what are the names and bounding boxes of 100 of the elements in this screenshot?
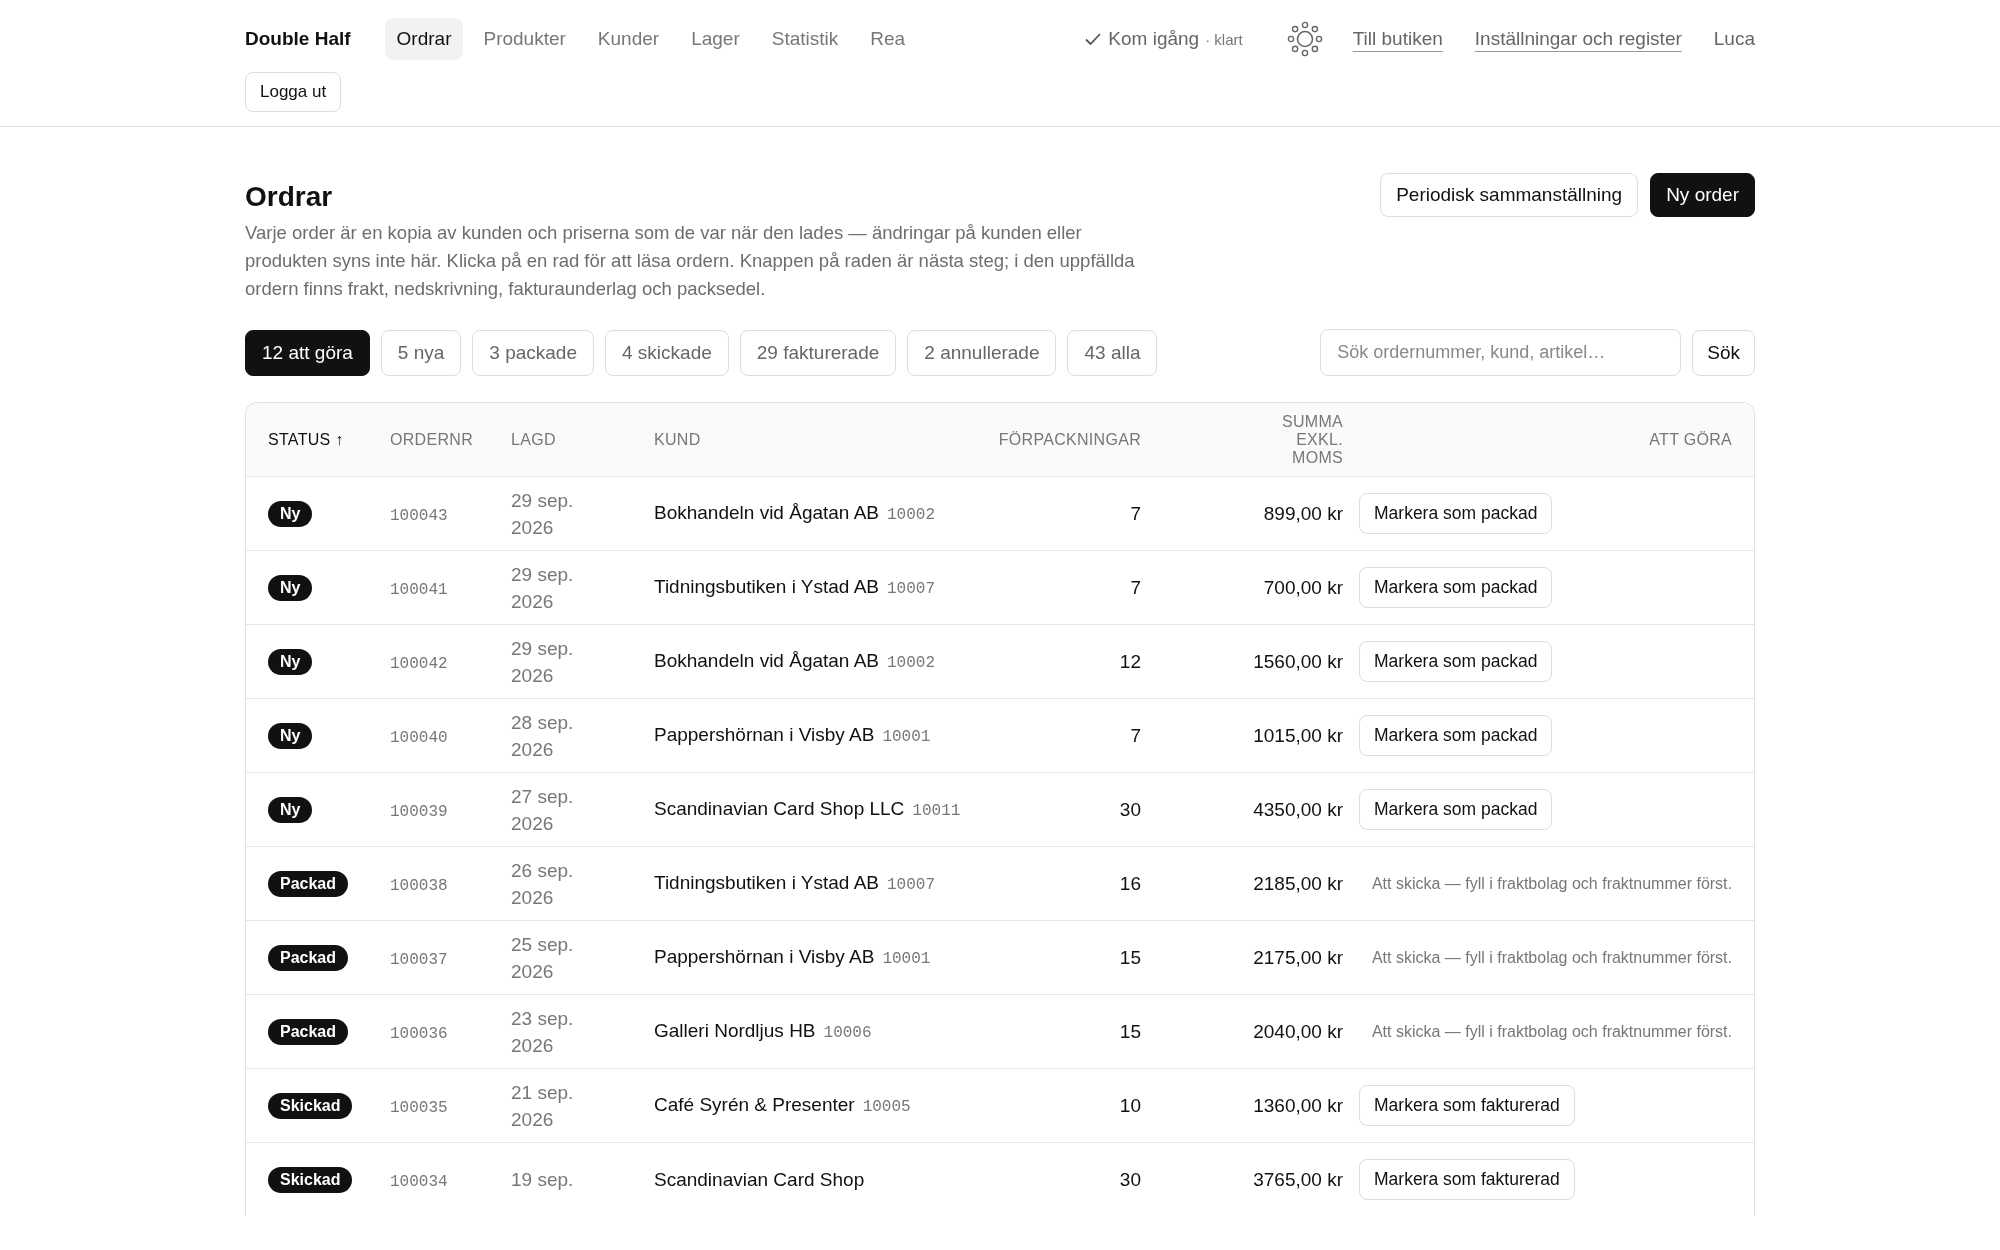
customer-number: 10007 [887,579,935,598]
package-count: 10 [1119,1094,1141,1116]
next-step-note: Att skicka — fyll i fraktbolag och fraktnummer först. [1370,873,1732,894]
column-header: KUND [654,430,701,448]
status-badge: Ny [268,574,313,601]
order-date: 26 sep. 2026 [511,859,574,908]
nav-tab[interactable]: Ordrar [384,18,464,60]
filter-tab[interactable]: 43 alla [1067,329,1158,376]
brand-name: Double Half [245,28,351,50]
order-total: 2175,00 kr [1253,946,1343,968]
nav-tab[interactable]: Produkter [471,18,578,60]
logout-button[interactable]: Logga ut [245,72,342,112]
order-date: 28 sep. 2026 [511,711,574,760]
status-badge: Packad [268,870,349,897]
order-number: 100043 [390,506,448,525]
package-count: 12 [1119,650,1141,672]
status-badge: Packad [268,944,349,971]
order-number: 100041 [390,580,448,599]
next-step-button[interactable]: Markera som fakturerad [1359,1159,1575,1200]
user-name: Luca [1713,28,1755,50]
nav-tab[interactable]: Rea [858,18,918,60]
order-date: 29 sep. 2026 [511,563,574,612]
filter-tab[interactable]: 3 packade [472,329,594,376]
order-total: 1015,00 kr [1253,724,1343,746]
customer-name: Café Syrén & Presenter [654,1093,855,1115]
column-header: SUMMA EXKL. MOMS [1280,412,1343,467]
filter-tab[interactable]: 4 skickade [605,329,729,376]
column-header: ATT GÖRA [1649,430,1732,448]
order-date: 29 sep. 2026 [511,637,574,686]
summary-button[interactable]: Periodisk sammanställning [1380,173,1639,217]
next-step-note: Att skicka — fyll i fraktbolag och fraktnummer först. [1370,947,1732,968]
order-number: 100040 [390,728,448,747]
nav-tab[interactable]: Kunder [585,18,672,60]
page-title: Ordrar [245,181,334,213]
package-count: 16 [1119,872,1141,894]
filter-tab[interactable]: 29 fakturerade [739,329,897,376]
status-badge: Packad [268,1018,349,1045]
nav-tab[interactable]: Lager [679,18,752,60]
package-count: 15 [1119,1020,1141,1042]
status-badge: Ny [268,722,313,749]
new-order-button[interactable]: Ny order [1650,173,1755,217]
order-number: 100034 [390,1172,448,1191]
status-badge: Ny [268,796,313,823]
order-total: 1360,00 kr [1253,1094,1343,1116]
status-badge: Skickad [268,1092,353,1119]
order-number: 100037 [390,950,448,969]
column-header[interactable]: STATUS ↑ [268,430,344,448]
header-link[interactable]: Inställningar och register [1474,28,1682,50]
next-step-note: Att skicka — fyll i fraktbolag och fraktnummer först. [1370,1021,1732,1042]
next-step-button[interactable]: Markera som fakturerad [1359,1085,1575,1126]
order-number: 100035 [390,1098,448,1117]
order-date: 23 sep. 2026 [511,1007,574,1056]
customer-name: Tidningsbutiken i Ystad AB [654,871,879,893]
package-count: 15 [1119,946,1141,968]
onboarding-link[interactable]: Kom igång [1108,28,1200,50]
filter-tab[interactable]: 2 annullerade [907,329,1057,376]
customer-name: Pappershörnan i Visby AB [654,945,875,967]
next-step-button[interactable]: Markera som packad [1359,789,1553,830]
customer-number: 10001 [882,949,931,968]
customer-number: 10002 [887,653,936,672]
search-button[interactable]: Sök [1692,329,1755,376]
order-date: 19 sep. [511,1169,574,1190]
page-description: Varje order är en kopia av kunden och priserna som de var när den lades — ändringar på kunden eller produkten syns inte här. Klicka på en rad för att läsa ordern. Knappen på raden är nästa steg; i den uppfällda ordern finns frakt, nedskrivning, fakturaunderlag och packsedel. [245,221,1136,301]
onboarding-status: · klart [1205,30,1243,48]
order-date: 29 sep. 2026 [511,489,574,538]
filter-tab[interactable]: 12 att göra [245,329,370,376]
search-field[interactable]: Sök ordernummer, kund, artikel… [1320,329,1682,376]
column-header: ORDERNR [390,430,473,448]
order-number: 100038 [390,876,448,895]
customer-name: Tidningsbutiken i Ystad AB [654,575,879,597]
header-link[interactable]: Till butiken [1352,28,1443,50]
next-step-button[interactable]: Markera som packad [1359,715,1553,756]
customer-name: Bokhandeln vid Ågatan AB [654,501,879,523]
package-count: 7 [1130,576,1141,598]
column-header: FÖRPACKNINGAR [998,430,1141,448]
order-total: 1560,00 kr [1253,650,1343,672]
customer-name: Galleri Nordljus HB [654,1019,816,1041]
customer-name: Pappershörnan i Visby AB [654,723,875,745]
order-number: 100042 [390,654,448,673]
order-date: 25 sep. 2026 [511,933,574,982]
package-count: 30 [1119,798,1141,820]
order-total: 2185,00 kr [1253,872,1343,894]
customer-name: Scandinavian Card Shop [654,1169,865,1190]
order-total: 2040,00 kr [1253,1020,1343,1042]
order-total: 899,00 kr [1263,502,1343,524]
order-total: 3765,00 kr [1253,1168,1343,1190]
customer-number: 10006 [823,1023,872,1042]
sun-icon[interactable] [1286,21,1323,57]
order-number: 100039 [390,802,448,821]
next-step-button[interactable]: Markera som packad [1359,493,1553,534]
package-count: 7 [1130,502,1141,524]
status-badge: Ny [268,500,313,527]
next-step-button[interactable]: Markera som packad [1359,641,1553,682]
customer-number: 10002 [887,505,936,524]
order-total: 700,00 kr [1263,576,1343,598]
order-date: 27 sep. 2026 [511,785,574,834]
nav-tab[interactable]: Statistik [759,18,851,60]
order-number: 100036 [390,1024,448,1043]
next-step-button[interactable]: Markera som packad [1359,567,1553,608]
filter-tab[interactable]: 5 nya [380,329,462,376]
